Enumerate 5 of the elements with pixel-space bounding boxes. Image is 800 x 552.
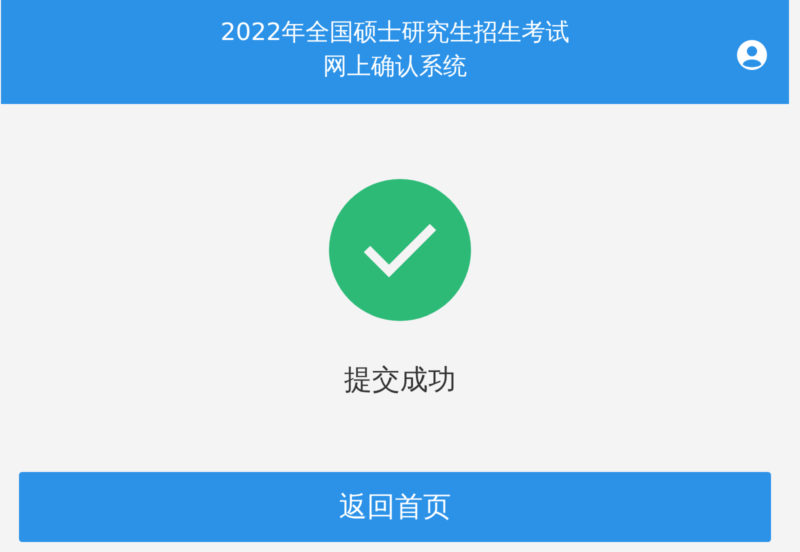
user-icon[interactable]: [737, 40, 767, 70]
home-button[interactable]: 返回首页: [19, 472, 771, 542]
page-title: 网上确认系统: [322, 51, 467, 82]
page-title: 2022年全国硕士研究生招生考试: [220, 17, 570, 48]
status-message: 提交成功: [344, 362, 456, 398]
